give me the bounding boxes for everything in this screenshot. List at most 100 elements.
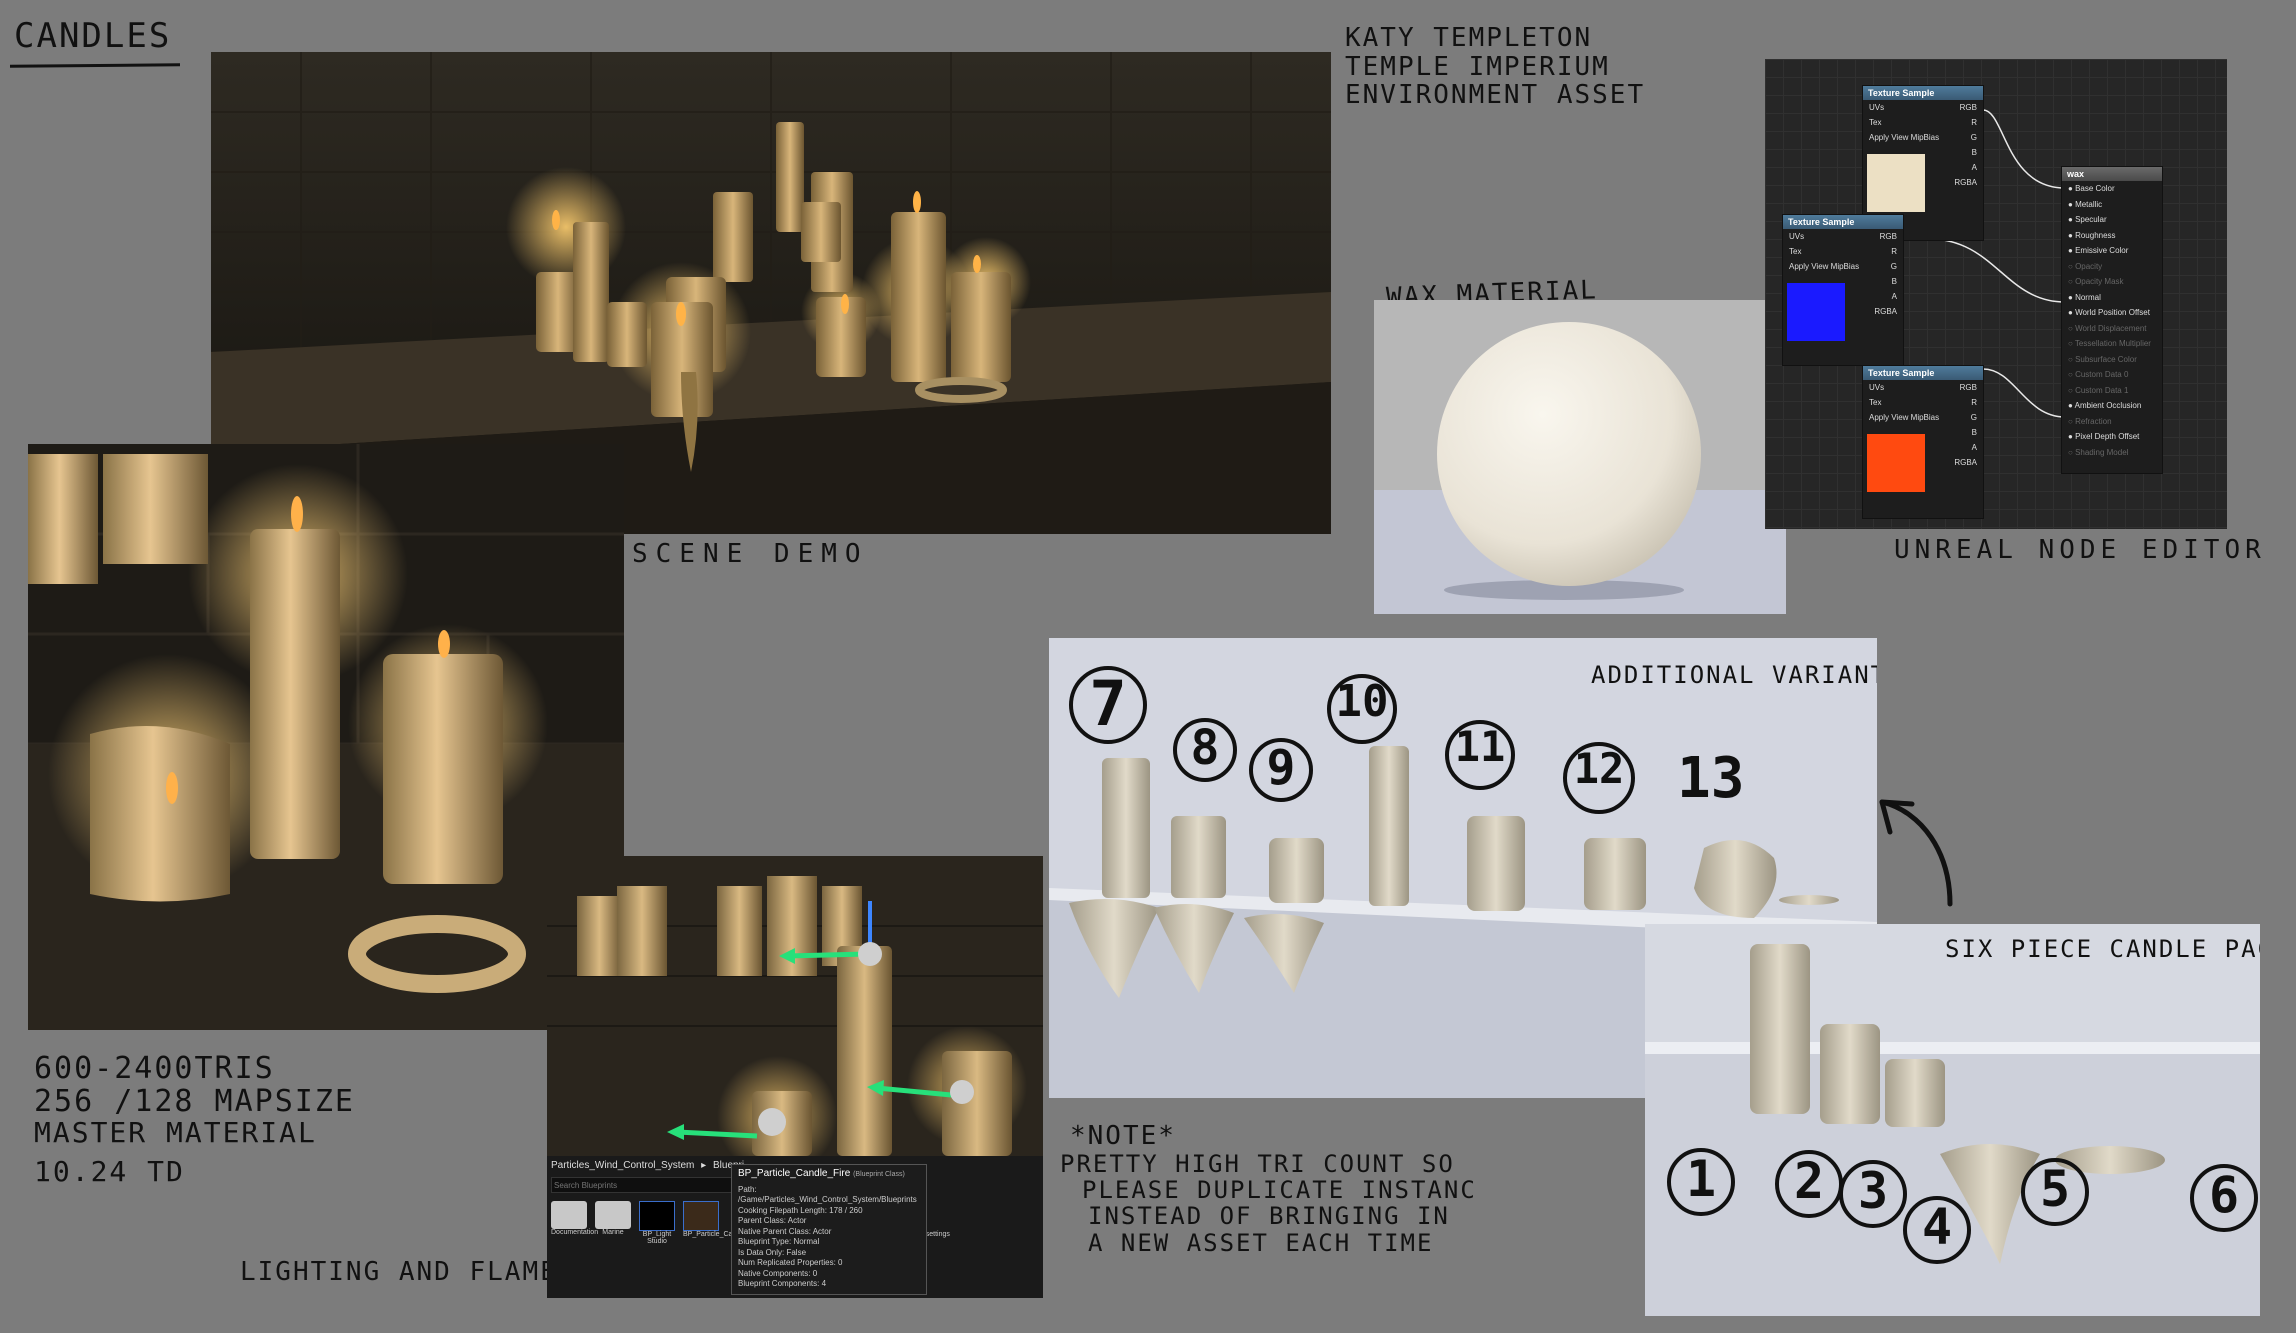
pin-label: G: [1970, 413, 1977, 422]
material-input-row[interactable]: ● Base Color: [2062, 181, 2162, 197]
pin-row: Apply View MipBias G: [1783, 259, 1903, 274]
material-input-row[interactable]: ● Specular: [2062, 212, 2162, 228]
pin-row: UVs RGB: [1863, 380, 1983, 395]
pin-dot-icon[interactable]: ●: [2068, 231, 2075, 240]
pin-label: Apply View MipBias: [1869, 133, 1940, 142]
note-line: A NEW ASSET EACH TIME: [1088, 1228, 1434, 1257]
tooltip-line: Cooking Filepath Length: 178 / 260: [738, 1205, 863, 1215]
pin-label: RGB: [1959, 103, 1977, 112]
pin-row: Tex R: [1863, 115, 1983, 130]
pin-label: Specular: [2075, 215, 2107, 224]
lighting-editor-view: Particles_Wind_Control_System ▸ Bluepri …: [547, 856, 1043, 1298]
pin-label: UVs: [1869, 383, 1885, 392]
pin-dot-icon[interactable]: ○: [2068, 324, 2075, 333]
pin-label: A: [1891, 292, 1897, 301]
pin-dot-icon[interactable]: ●: [2068, 184, 2075, 193]
note-line: PLEASE DUPLICATE INSTANC: [1082, 1175, 1477, 1204]
scene-demo-label: SCENE DEMO: [632, 539, 869, 569]
pin-dot-icon[interactable]: ○: [2068, 386, 2075, 395]
material-inputs: ● Base Color ● Metallic ● Specular ● Roughn…: [2062, 181, 2162, 460]
pin-dot-icon[interactable]: ●: [2068, 293, 2075, 302]
material-input-row[interactable]: ○ Refraction: [2062, 414, 2162, 430]
pin-label: Tessellation Multiplier: [2074, 339, 2151, 348]
page-title: CANDLES: [14, 16, 172, 56]
material-input-row[interactable]: ● Roughness: [2062, 228, 2162, 244]
asset-tile[interactable]: BP_Particle_Candle_Fire: [683, 1201, 762, 1245]
material-input-row[interactable]: ● Metallic: [2062, 197, 2162, 213]
tooltip-line: Native Components: 0: [738, 1268, 818, 1278]
pin-label: R: [1971, 118, 1977, 127]
title-underline: [9, 63, 181, 68]
material-input-row[interactable]: ● Normal: [2062, 290, 2162, 306]
curved-arrow-icon: [1879, 799, 1953, 907]
pin-dot-icon[interactable]: ●: [2068, 401, 2075, 410]
pin-dot-icon[interactable]: ●: [2068, 200, 2075, 209]
material-input-row[interactable]: ○ World Displacement: [2062, 321, 2162, 337]
asset-label: Documentation: [551, 1229, 599, 1236]
material-input-row[interactable]: ○ Custom Data 0: [2062, 367, 2162, 383]
texture-sample-node[interactable]: Texture Sample UVs RGB Tex R Apply View Mi…: [1782, 214, 1904, 366]
pin-label: Base Color: [2075, 184, 2115, 193]
material-input-row[interactable]: ● Ambient Occlusion: [2062, 398, 2162, 414]
pin-label: UVs: [1789, 232, 1805, 241]
pin-label: Emissive Color: [2075, 246, 2129, 255]
breadcrumb-item[interactable]: Particles_Wind_Control_System: [551, 1160, 694, 1171]
tooltip-line: Blueprint Components: 4: [738, 1279, 827, 1288]
texture-sample-node[interactable]: Texture Sample UVs RGB Tex R Apply View Mi…: [1862, 365, 1984, 519]
note-block: *NOTE* PRETTY HIGH TRI COUNT SO PLEASE D…: [1060, 1122, 1477, 1256]
asset-tile[interactable]: Documentation: [551, 1201, 598, 1245]
pin-dot-icon[interactable]: ●: [2068, 246, 2075, 255]
credit-block: KATY TEMPLETON TEMPLE IMPERIUM ENVIRONME…: [1345, 24, 1645, 110]
folder-icon: [595, 1201, 631, 1229]
material-input-row[interactable]: ○ Opacity Mask: [2062, 274, 2162, 290]
blueprint-icon: [683, 1201, 719, 1231]
tooltip-line: Parent Class: Actor: [738, 1216, 807, 1225]
pin-dot-icon[interactable]: ●: [2068, 308, 2075, 317]
node-title: wax: [2062, 167, 2162, 181]
pin-label: RGB: [1959, 383, 1977, 392]
variant-number: 10: [1327, 674, 1397, 744]
material-input-row[interactable]: ○ Custom Data 1: [2062, 383, 2162, 399]
tooltip-line: Blueprint Type: Normal: [738, 1237, 820, 1246]
material-input-row[interactable]: ○ Subsurface Color: [2062, 352, 2162, 368]
pin-row: Tex R: [1863, 395, 1983, 410]
pin-label: Apply View MipBias: [1789, 262, 1860, 271]
material-input-row[interactable]: ● Pixel Depth Offset: [2062, 429, 2162, 445]
pack-label: SIX PIECE CANDLE PACK: [1945, 935, 2260, 963]
asset-tile[interactable]: BP_Light Studio: [639, 1201, 675, 1245]
pin-dot-icon[interactable]: ○: [2068, 262, 2075, 271]
pin-label: World Position Offset: [2075, 308, 2150, 317]
pin-dot-icon[interactable]: ○: [2068, 370, 2075, 379]
pin-label: B: [1971, 428, 1977, 437]
pin-row: Apply View MipBias G: [1863, 410, 1983, 425]
pin-dot-icon[interactable]: ○: [2068, 355, 2075, 364]
pin-dot-icon[interactable]: ○: [2068, 448, 2075, 457]
pin-dot-icon[interactable]: ●: [2068, 432, 2075, 441]
asset-tile[interactable]: Marine: [595, 1201, 631, 1245]
search-input[interactable]: [551, 1177, 737, 1193]
pin-dot-icon[interactable]: ○: [2068, 339, 2075, 348]
material-input-row[interactable]: ○ Shading Model: [2062, 445, 2162, 461]
pin-dot-icon[interactable]: ●: [2068, 215, 2075, 224]
wax-material-node[interactable]: wax ● Base Color ● Metallic ● Specular ● Ro…: [2061, 166, 2163, 474]
node-editor-graph[interactable]: Texture Sample UVs RGB Tex R Apply View Mi…: [1765, 59, 2227, 529]
tooltip-line: Path: /Game/Particles_Wind_Control_Syste…: [738, 1184, 917, 1205]
pin-dot-icon[interactable]: ○: [2068, 277, 2075, 286]
breadcrumb-separator: ▸: [701, 1160, 707, 1171]
map-size: 256 /128 MAPSIZE: [34, 1084, 355, 1119]
material-input-row[interactable]: ● World Position Offset: [2062, 305, 2162, 321]
note-line: PRETTY HIGH TRI COUNT SO: [1060, 1149, 1455, 1178]
pin-row: Tex R: [1783, 244, 1903, 259]
content-browser: Particles_Wind_Control_System ▸ Bluepri …: [547, 1156, 1043, 1298]
material-input-row[interactable]: ● Emissive Color: [2062, 243, 2162, 259]
pin-row: Apply View MipBias G: [1863, 130, 1983, 145]
material-input-row[interactable]: ○ Tessellation Multiplier: [2062, 336, 2162, 352]
pin-dot-icon[interactable]: ○: [2068, 417, 2075, 426]
variant-number: 9: [1249, 738, 1313, 802]
pin-label: R: [1891, 247, 1897, 256]
variant-number: 11: [1445, 720, 1515, 790]
material-input-row[interactable]: ○ Opacity: [2062, 259, 2162, 275]
blueprint-icon: [639, 1201, 675, 1231]
pin-label: A: [1971, 163, 1977, 172]
pin-label: Subsurface Color: [2075, 354, 2137, 364]
